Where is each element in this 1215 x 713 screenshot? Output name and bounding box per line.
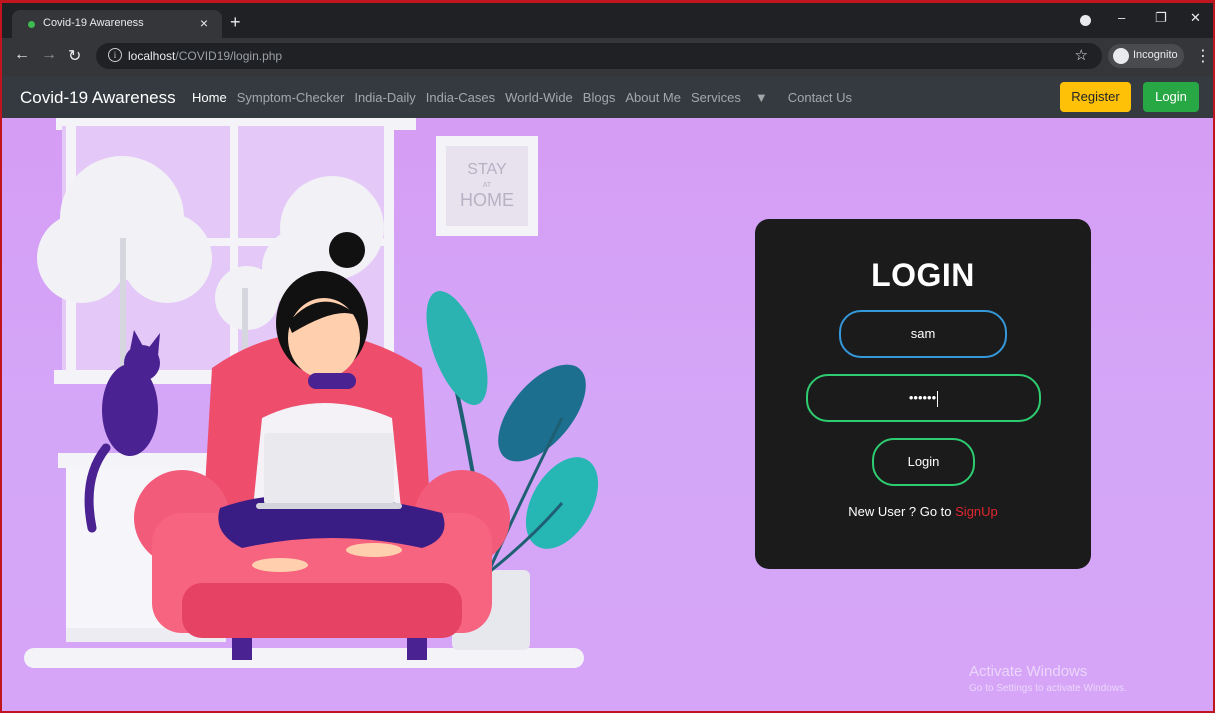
window-border bbox=[0, 0, 1215, 713]
